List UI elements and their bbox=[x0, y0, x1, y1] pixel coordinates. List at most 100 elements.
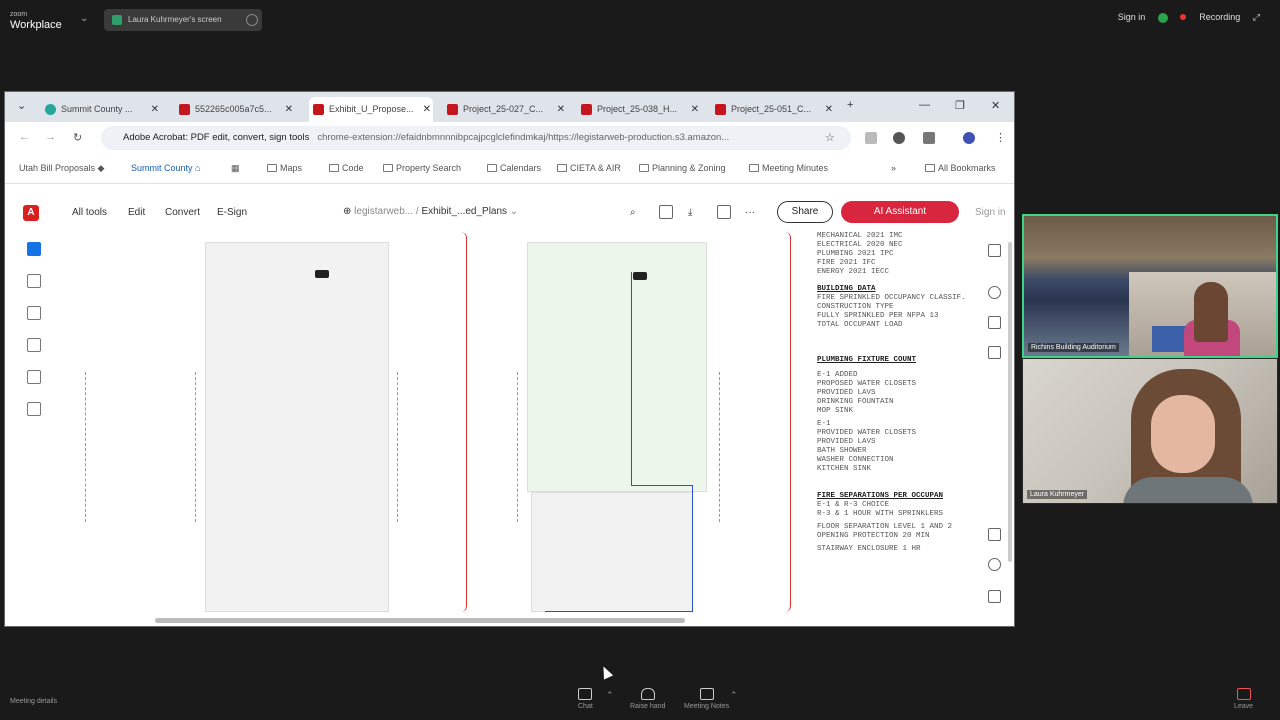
chat-icon bbox=[578, 688, 593, 700]
forward-icon[interactable]: → bbox=[45, 131, 56, 143]
search-icon[interactable]: ⌕ bbox=[630, 207, 636, 218]
chevron-up-icon[interactable]: ⌃ bbox=[606, 690, 614, 701]
reload-icon[interactable]: ↻ bbox=[73, 131, 82, 144]
bookmark-property-search[interactable]: Property Search bbox=[383, 163, 461, 173]
fullscreen-icon[interactable]: ⤢ bbox=[1253, 12, 1260, 22]
bookmarks-overflow-icon[interactable]: » bbox=[891, 163, 896, 173]
tab-exhibit-u[interactable]: Exhibit_U_Propose... ✕ bbox=[309, 97, 433, 122]
close-tab-icon[interactable]: ✕ bbox=[691, 97, 699, 122]
comments-icon[interactable] bbox=[988, 286, 1001, 299]
bookmark-label: Planning & Zoning bbox=[652, 163, 726, 173]
rotate-icon[interactable] bbox=[988, 558, 1001, 571]
tab-project-25-051[interactable]: Project_25-051_C... ✕ bbox=[711, 97, 835, 122]
pdf-document-view[interactable]: MECHANICAL 2021 IMC ELECTRICAL 2020 NEC … bbox=[5, 232, 1014, 626]
bookmark-planning[interactable]: Planning & Zoning bbox=[639, 163, 726, 173]
vertical-scrollbar[interactable] bbox=[1008, 242, 1012, 562]
tab-project-25-038[interactable]: Project_25-038_H... ✕ bbox=[577, 97, 701, 122]
participant-name: Richins Building Auditorium bbox=[1028, 343, 1119, 352]
chevron-down-icon[interactable]: ⌄ bbox=[80, 13, 88, 24]
pdf-icon bbox=[715, 104, 726, 115]
bookmark-star-icon[interactable]: ☆ bbox=[825, 131, 835, 144]
minimize-icon[interactable]: — bbox=[919, 99, 930, 111]
share-button[interactable]: Share bbox=[777, 201, 833, 223]
bookmark-maps[interactable]: Maps bbox=[267, 163, 302, 173]
zoom-sign-in-link[interactable]: Sign in bbox=[1118, 12, 1146, 22]
participant-video-laura[interactable]: Laura Kuhrmeyer bbox=[1022, 358, 1278, 504]
comment-icon[interactable] bbox=[27, 274, 41, 288]
select-cursor-icon[interactable] bbox=[27, 242, 41, 256]
participant-video-auditorium[interactable]: Richins Building Auditorium bbox=[1022, 214, 1278, 358]
profile-avatar[interactable] bbox=[963, 132, 975, 144]
chat-button[interactable]: Chat bbox=[578, 688, 593, 710]
extensions-puzzle-icon[interactable] bbox=[923, 132, 935, 144]
stamp-icon[interactable] bbox=[27, 402, 41, 416]
building-data-heading: BUILDING DATA bbox=[817, 285, 876, 293]
zoom-logo-text: Workplace bbox=[10, 19, 62, 31]
bookmarks-icon[interactable] bbox=[988, 316, 1001, 329]
page-navigation-icon[interactable] bbox=[988, 590, 1001, 603]
bookmark-meeting-minutes[interactable]: Meeting Minutes bbox=[749, 163, 828, 173]
bookmark-all[interactable]: All Bookmarks bbox=[925, 163, 996, 173]
extension-icon[interactable] bbox=[893, 132, 905, 144]
security-shield-icon[interactable] bbox=[1157, 12, 1168, 23]
back-icon[interactable]: ← bbox=[19, 131, 30, 143]
url-text: chrome-extension://efaidnbmnnnibpcajpcgl… bbox=[317, 132, 730, 143]
attachments-icon[interactable] bbox=[988, 346, 1001, 359]
file-path[interactable]: ⊕ legistarweb... / Exhibit_...ed_Plans ⌄ bbox=[343, 206, 518, 217]
bookmark-cieta[interactable]: CIETA & AIR bbox=[557, 163, 621, 173]
close-tab-icon[interactable]: ✕ bbox=[825, 97, 833, 122]
pdf-icon bbox=[313, 104, 324, 115]
chevron-up-icon[interactable]: ⌃ bbox=[730, 690, 738, 701]
menu-esign[interactable]: E-Sign bbox=[217, 207, 247, 218]
new-tab-icon[interactable]: + bbox=[847, 99, 853, 111]
pen-icon[interactable] bbox=[27, 306, 41, 320]
menu-kebab-icon[interactable]: ⋮ bbox=[995, 131, 1006, 144]
extension-icon[interactable] bbox=[865, 132, 877, 144]
bookmark-code[interactable]: Code bbox=[329, 163, 364, 173]
restore-icon[interactable]: ❐ bbox=[955, 99, 965, 112]
leave-button[interactable]: Leave bbox=[1234, 688, 1253, 710]
participant-name: Laura Kuhrmeyer bbox=[1027, 490, 1088, 499]
fire-separations-heading: FIRE SEPARATIONS PER OCCUPAN bbox=[817, 492, 944, 500]
bookmark-calendars[interactable]: Calendars bbox=[487, 163, 541, 173]
tab-list-icon[interactable]: ⌄ bbox=[17, 99, 26, 112]
bookmark-utah-bill[interactable]: Utah Bill Proposals ◆ bbox=[19, 163, 104, 174]
apps-grid-icon[interactable]: ▦ bbox=[231, 163, 240, 174]
bookmark-label: All Bookmarks bbox=[938, 163, 996, 173]
close-tab-icon[interactable]: ✕ bbox=[151, 97, 159, 122]
folder-icon bbox=[925, 164, 935, 172]
meeting-details-link[interactable]: Meeting details bbox=[10, 698, 57, 705]
highlight-icon[interactable] bbox=[27, 338, 41, 352]
recording-indicator[interactable]: Recording bbox=[1180, 12, 1240, 22]
page-view-icon[interactable] bbox=[659, 205, 673, 219]
menu-all-tools[interactable]: All tools bbox=[72, 207, 107, 218]
section-line bbox=[719, 372, 720, 522]
acrobat-sign-in[interactable]: Sign in bbox=[975, 207, 1006, 218]
ai-assistant-button[interactable]: AI Assistant bbox=[841, 201, 959, 223]
tab-project-25-027[interactable]: Project_25-027_C... ✕ bbox=[443, 97, 567, 122]
section-line bbox=[517, 372, 518, 522]
page-thumbnails-icon[interactable] bbox=[988, 244, 1001, 257]
download-icon[interactable]: ⤓ bbox=[688, 207, 692, 218]
text-icon[interactable] bbox=[27, 370, 41, 384]
screen-share-indicator[interactable]: Laura Kuhrmeyer's screen bbox=[104, 9, 262, 31]
print-icon[interactable] bbox=[717, 205, 731, 219]
raise-hand-button[interactable]: Raise hand bbox=[630, 688, 665, 710]
close-tab-icon[interactable]: ✕ bbox=[285, 97, 293, 122]
menu-convert[interactable]: Convert bbox=[165, 207, 200, 218]
horizontal-scrollbar[interactable] bbox=[155, 618, 685, 623]
more-icon[interactable]: ··· bbox=[745, 207, 755, 218]
acrobat-logo-icon[interactable]: A bbox=[23, 205, 39, 221]
zoom-in-icon[interactable] bbox=[988, 528, 1001, 541]
zoom-logo: zoom Workplace bbox=[10, 9, 70, 31]
close-window-icon[interactable]: ✕ bbox=[991, 99, 1000, 112]
tab-pdf-1[interactable]: 552265c005a7c5... ✕ bbox=[175, 97, 295, 122]
tab-summit-county[interactable]: Summit County ... ✕ bbox=[41, 97, 161, 122]
close-tab-icon[interactable]: ✕ bbox=[557, 97, 565, 122]
address-bar[interactable]: Adobe Acrobat: PDF edit, convert, sign t… bbox=[101, 126, 851, 150]
more-options-icon[interactable] bbox=[246, 14, 258, 26]
close-tab-icon[interactable]: ✕ bbox=[423, 97, 431, 122]
meeting-notes-button[interactable]: Meeting Notes bbox=[684, 688, 729, 710]
bookmark-summit-county[interactable]: Summit County ⌂ bbox=[131, 163, 200, 173]
menu-edit[interactable]: Edit bbox=[128, 207, 145, 218]
